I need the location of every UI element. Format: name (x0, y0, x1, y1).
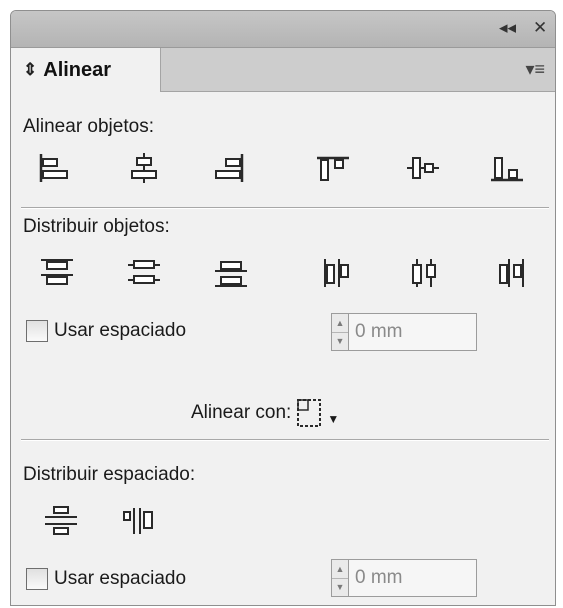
panel-titlebar[interactable]: ◂◂ ✕ (11, 11, 555, 48)
align-horizontal-centers-icon[interactable] (126, 151, 162, 185)
spacing-spinner-2[interactable]: ▲ ▼ 0 mm (331, 559, 477, 597)
vertical-distribute-space-icon[interactable] (43, 504, 79, 538)
tab-row: ⇕ Alinear ▾≡ (11, 48, 555, 92)
distribute-vertical-centers-icon[interactable] (126, 256, 162, 290)
expand-arrows-icon: ⇕ (23, 60, 38, 79)
distribute-right-edges-icon[interactable] (493, 256, 529, 290)
align-bottom-edges-icon[interactable] (489, 151, 525, 185)
align-objects-label: Alinear objetos: (23, 116, 154, 137)
spacing-spinner-1[interactable]: ▲ ▼ 0 mm (331, 313, 477, 351)
use-spacing-checkbox[interactable] (26, 568, 48, 590)
use-spacing-label: Usar espaciado (54, 568, 187, 589)
distribute-left-edges-icon[interactable] (319, 256, 355, 290)
use-spacing-row-2[interactable]: Usar espaciado (26, 568, 186, 590)
use-spacing-checkbox[interactable] (26, 320, 48, 342)
up-arrow-icon[interactable]: ▲ (332, 560, 348, 579)
use-spacing-label: Usar espaciado (54, 320, 187, 341)
align-to-row: Alinear con: ▼ (191, 397, 339, 429)
panel-menu-icon[interactable]: ▾≡ (525, 59, 545, 80)
align-to-selection-icon[interactable] (295, 397, 325, 429)
horizontal-distribute-space-icon[interactable] (121, 504, 157, 538)
separator (21, 207, 549, 209)
down-arrow-icon[interactable]: ▼ (332, 333, 348, 351)
up-arrow-icon[interactable]: ▲ (332, 314, 348, 333)
use-spacing-row-1[interactable]: Usar espaciado (26, 320, 186, 342)
align-left-edges-icon[interactable] (37, 151, 73, 185)
spinner-arrows[interactable]: ▲ ▼ (331, 313, 349, 351)
separator (21, 439, 549, 441)
distribute-objects-label: Distribuir objetos: (23, 216, 170, 237)
collapse-panel-icon[interactable]: ◂◂ (499, 18, 516, 38)
close-icon[interactable]: ✕ (533, 18, 547, 38)
align-top-edges-icon[interactable] (315, 151, 351, 185)
distribute-bottom-edges-icon[interactable] (213, 256, 249, 290)
distribute-top-edges-icon[interactable] (39, 256, 75, 290)
align-panel: ◂◂ ✕ ⇕ Alinear ▾≡ Alinear objetos: Distr… (10, 10, 556, 606)
align-right-edges-icon[interactable] (211, 151, 247, 185)
align-to-label: Alinear con: (191, 402, 292, 423)
spinner-arrows[interactable]: ▲ ▼ (331, 559, 349, 597)
tab-alinear[interactable]: ⇕ Alinear (11, 48, 161, 92)
down-arrow-icon[interactable]: ▼ (332, 579, 348, 597)
distribute-horizontal-centers-icon[interactable] (406, 256, 442, 290)
spacing-field[interactable]: 0 mm (349, 559, 477, 597)
distribute-spacing-label: Distribuir espaciado: (23, 464, 196, 485)
tab-label: Alinear (43, 58, 112, 81)
align-vertical-centers-icon[interactable] (405, 151, 441, 185)
chevron-down-icon[interactable]: ▼ (327, 412, 339, 426)
spacing-field[interactable]: 0 mm (349, 313, 477, 351)
